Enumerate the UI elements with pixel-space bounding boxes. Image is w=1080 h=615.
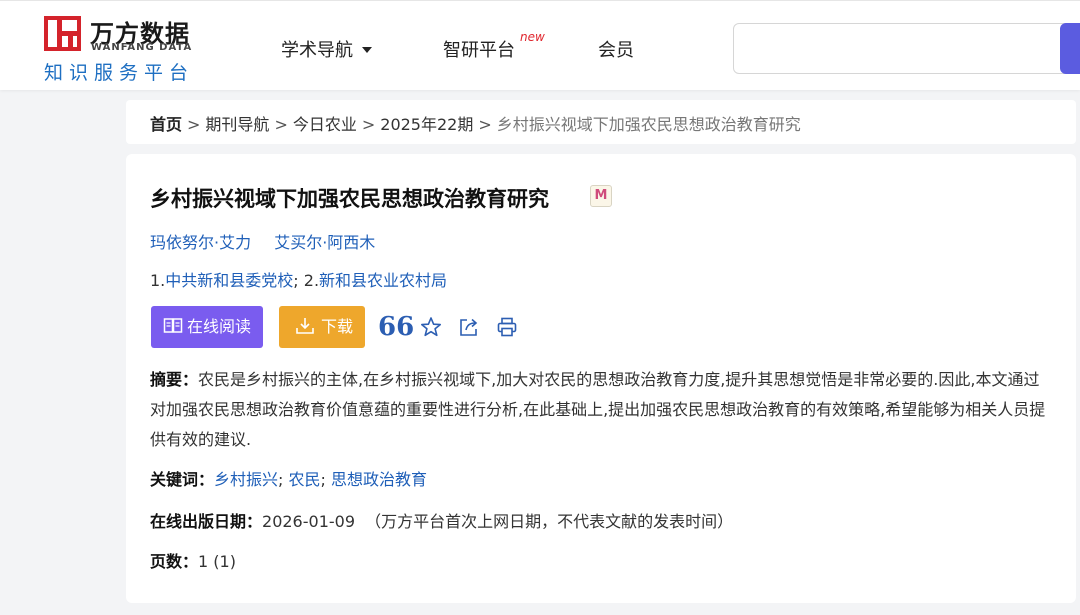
nav-research-platform[interactable]: 智研平台 bbox=[443, 36, 515, 62]
keywords: 关键词：乡村振兴; 农民; 思想政治教育 bbox=[150, 466, 427, 490]
nav-member[interactable]: 会员 bbox=[598, 36, 634, 62]
top-bar: 万方数据 WANFANG DATA 知识服务平台 学术导航 智研平台 new 会… bbox=[0, 0, 1080, 90]
share-icon[interactable] bbox=[458, 316, 480, 338]
search-button[interactable] bbox=[1060, 23, 1080, 74]
breadcrumb-issue[interactable]: 2025年22期 bbox=[380, 115, 473, 134]
search-input[interactable] bbox=[734, 24, 1072, 73]
download-free-icon bbox=[296, 318, 314, 334]
download-label: 下载 bbox=[321, 317, 354, 336]
publish-date-value: 2026-01-09 bbox=[262, 512, 355, 531]
page-count-value: 1 (1) bbox=[198, 552, 236, 571]
abstract: 摘要：农民是乡村振兴的主体,在乡村振兴视域下,加大对农民的思想政治教育力度,提升… bbox=[150, 365, 1055, 455]
affiliation-link[interactable]: 中共新和县委党校 bbox=[165, 271, 293, 290]
keyword-separator: ; bbox=[320, 470, 332, 489]
logo-en-text: WANFANG DATA bbox=[91, 42, 193, 53]
download-button[interactable]: 下载 bbox=[279, 306, 365, 348]
article-title: 乡村振兴视域下加强农民思想政治教育研究 bbox=[150, 187, 549, 211]
breadcrumb-separator: > bbox=[478, 115, 492, 134]
logo-mark-icon bbox=[44, 16, 81, 51]
wanfang-logo[interactable]: 万方数据 WANFANG DATA 知识服务平台 bbox=[44, 14, 204, 84]
nav-research-label: 智研平台 bbox=[443, 40, 515, 61]
page-count: 页数：1 (1) bbox=[150, 548, 236, 572]
publish-date: 在线出版日期：2026-01-09 （万方平台首次上网日期，不代表文献的发表时间… bbox=[150, 508, 733, 532]
read-free-icon bbox=[163, 318, 183, 333]
abstract-label: 摘要： bbox=[150, 370, 199, 389]
abstract-text: 农民是乡村振兴的主体,在乡村振兴视域下,加大对农民的思想政治教育力度,提升其思想… bbox=[150, 370, 1046, 449]
breadcrumb-home[interactable]: 首页 bbox=[150, 115, 182, 134]
nav-member-label: 会员 bbox=[598, 40, 634, 61]
breadcrumb-separator: > bbox=[187, 115, 201, 134]
author-list: 玛依努尔·艾力 艾买尔·阿西木 bbox=[150, 229, 393, 253]
logo-slogan: 知识服务平台 bbox=[44, 62, 195, 84]
cite-icon[interactable]: 66 bbox=[378, 314, 414, 340]
keyword-link[interactable]: 农民 bbox=[289, 470, 321, 489]
breadcrumb-separator: > bbox=[274, 115, 288, 134]
affiliations: 1.中共新和县委党校; 2.新和县农业农村局 bbox=[150, 267, 447, 291]
caret-down-icon bbox=[362, 47, 372, 53]
affiliation-prefix: 1. bbox=[150, 271, 166, 290]
star-icon[interactable] bbox=[420, 316, 442, 338]
breadcrumb-separator: > bbox=[361, 115, 376, 134]
keyword-separator: ; bbox=[278, 470, 289, 489]
print-icon[interactable] bbox=[496, 316, 518, 338]
nav-academic-navigation[interactable]: 学术导航 bbox=[281, 36, 372, 62]
breadcrumb-journal-nav[interactable]: 期刊导航 bbox=[205, 115, 269, 134]
breadcrumb-journal[interactable]: 今日农业 bbox=[293, 115, 357, 134]
nav-academic-label: 学术导航 bbox=[281, 40, 353, 61]
m-badge-icon[interactable]: M bbox=[590, 185, 612, 207]
affiliation-separator: ; 2. bbox=[293, 271, 320, 290]
read-online-button[interactable]: 在线阅读 bbox=[151, 306, 263, 348]
breadcrumb-current: 乡村振兴视域下加强农民思想政治教育研究 bbox=[496, 115, 801, 134]
search-box bbox=[733, 23, 1073, 74]
affiliation-link[interactable]: 新和县农业农村局 bbox=[319, 271, 447, 290]
keywords-label: 关键词： bbox=[150, 470, 215, 489]
publish-date-note: （万方平台首次上网日期，不代表文献的发表时间） bbox=[365, 512, 734, 531]
breadcrumb: 首页 > 期刊导航 > 今日农业 >2025年22期 > 乡村振兴视域下加强农民思想政治教育研… bbox=[126, 100, 1076, 144]
keyword-link[interactable]: 乡村振兴 bbox=[214, 470, 278, 489]
author-link[interactable]: 玛依努尔·艾力 bbox=[150, 233, 251, 252]
page-count-label: 页数： bbox=[150, 552, 199, 571]
publish-date-label: 在线出版日期： bbox=[150, 512, 263, 531]
new-badge: new bbox=[520, 30, 545, 44]
author-link[interactable]: 艾买尔·阿西木 bbox=[274, 233, 375, 252]
keyword-link[interactable]: 思想政治教育 bbox=[331, 470, 427, 489]
read-online-label: 在线阅读 bbox=[187, 317, 252, 336]
article-card: 乡村振兴视域下加强农民思想政治教育研究 M 玛依努尔·艾力 艾买尔·阿西木 1.… bbox=[126, 154, 1076, 603]
